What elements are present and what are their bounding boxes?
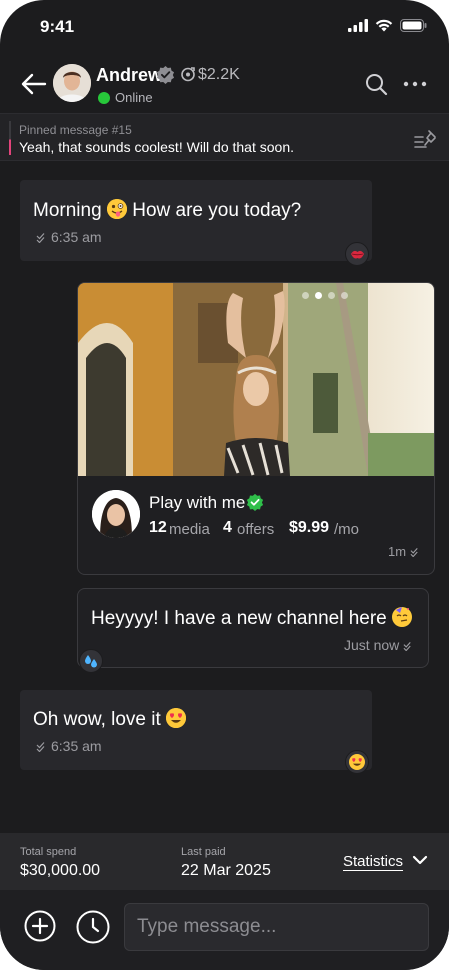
carousel-dot-active[interactable] bbox=[315, 292, 322, 299]
offers-count: 4 bbox=[223, 519, 232, 536]
verified-badge-icon bbox=[156, 65, 175, 84]
total-spend-label: Total spend bbox=[20, 846, 77, 858]
channel-price: $9.99 bbox=[289, 519, 330, 536]
last-paid-value: 22 Mar 2025 bbox=[181, 862, 271, 879]
add-attachment-icon[interactable] bbox=[24, 910, 56, 942]
contact-avatar[interactable] bbox=[53, 64, 91, 102]
channel-cover-image[interactable] bbox=[78, 283, 435, 476]
back-arrow-icon[interactable] bbox=[20, 70, 48, 98]
status-time: 9:41 bbox=[40, 17, 75, 36]
media-label: media bbox=[169, 521, 210, 538]
channel-promo-card[interactable]: Play with me 12 media 4 offers $9.99 /mo… bbox=[77, 282, 435, 575]
message-text: Oh wow, love it bbox=[33, 708, 187, 731]
pinned-indicator bbox=[9, 121, 11, 155]
verified-channel-icon bbox=[246, 493, 264, 511]
read-checks-icon bbox=[36, 233, 45, 243]
wifi-icon bbox=[375, 19, 393, 32]
price-unit: /mo bbox=[334, 521, 360, 538]
message-bubble-incoming[interactable]: Morning How are you today? 6:35 am bbox=[20, 180, 372, 261]
media-count: 12 bbox=[149, 519, 167, 536]
battery-icon bbox=[400, 19, 427, 32]
card-time: 1m bbox=[388, 544, 420, 559]
chat-header: Andrew $2.2K Online bbox=[0, 56, 449, 112]
message-composer bbox=[0, 890, 449, 970]
message-bubble-incoming[interactable]: Oh wow, love it 6:35 am bbox=[20, 690, 372, 770]
heart-eyes-emoji-icon bbox=[166, 708, 187, 728]
message-time: Just now bbox=[344, 637, 413, 653]
carousel-dot[interactable] bbox=[302, 292, 309, 299]
pinned-message[interactable]: Pinned message #15 Yeah, that sounds coo… bbox=[0, 113, 449, 161]
message-time: 6:35 am bbox=[51, 229, 102, 245]
message-text: Morning How are you today? bbox=[33, 199, 302, 221]
carousel-dot[interactable] bbox=[328, 292, 335, 299]
read-checks-icon bbox=[36, 742, 45, 752]
status-bar: 9:41 bbox=[0, 0, 449, 56]
carousel-dot[interactable] bbox=[341, 292, 348, 299]
earnings-icon bbox=[181, 67, 195, 82]
message-time: 6:35 am bbox=[51, 738, 102, 754]
spend-summary-bar: Total spend $30,000.00 Last paid 22 Mar … bbox=[0, 833, 449, 890]
statistics-link[interactable]: Statistics bbox=[343, 853, 403, 870]
contact-name[interactable]: Andrew bbox=[96, 65, 162, 86]
message-bubble-outgoing[interactable]: Heyyyy! I have a new channel here Just n… bbox=[77, 588, 429, 668]
more-options-icon[interactable] bbox=[403, 81, 427, 87]
heart-eyes-reaction-icon[interactable] bbox=[345, 750, 369, 774]
chevron-down-icon[interactable] bbox=[412, 854, 428, 866]
read-checks-icon bbox=[403, 641, 411, 652]
last-paid-label: Last paid bbox=[181, 846, 226, 858]
offers-label: offers bbox=[237, 521, 275, 538]
pinned-title: Pinned message #15 bbox=[19, 123, 132, 137]
pin-list-icon[interactable] bbox=[414, 129, 438, 151]
total-spend-value: $30,000.00 bbox=[20, 862, 101, 879]
carousel-dots bbox=[302, 292, 348, 299]
signal-icon bbox=[348, 19, 368, 32]
online-status-dot bbox=[98, 92, 110, 104]
contact-earnings: $2.2K bbox=[198, 66, 240, 83]
partying-face-emoji-icon bbox=[392, 607, 413, 627]
kiss-mark-reaction-icon[interactable] bbox=[345, 242, 369, 266]
schedule-message-icon[interactable] bbox=[76, 910, 110, 944]
chat-screen: 9:41 Andrew $2.2K Online Pinned message … bbox=[0, 0, 449, 970]
search-icon[interactable] bbox=[364, 72, 388, 96]
read-checks-icon bbox=[410, 547, 418, 558]
message-input[interactable] bbox=[124, 903, 429, 951]
zany-face-emoji-icon bbox=[106, 199, 127, 219]
channel-avatar[interactable] bbox=[92, 490, 140, 538]
status-icons bbox=[348, 19, 427, 32]
sweat-droplets-reaction-icon[interactable] bbox=[79, 649, 103, 673]
pinned-text: Yeah, that sounds coolest! Will do that … bbox=[19, 139, 294, 155]
presence-status: Online bbox=[115, 90, 153, 105]
message-text: Heyyyy! I have a new channel here bbox=[91, 607, 413, 630]
channel-name[interactable]: Play with me bbox=[149, 493, 245, 513]
